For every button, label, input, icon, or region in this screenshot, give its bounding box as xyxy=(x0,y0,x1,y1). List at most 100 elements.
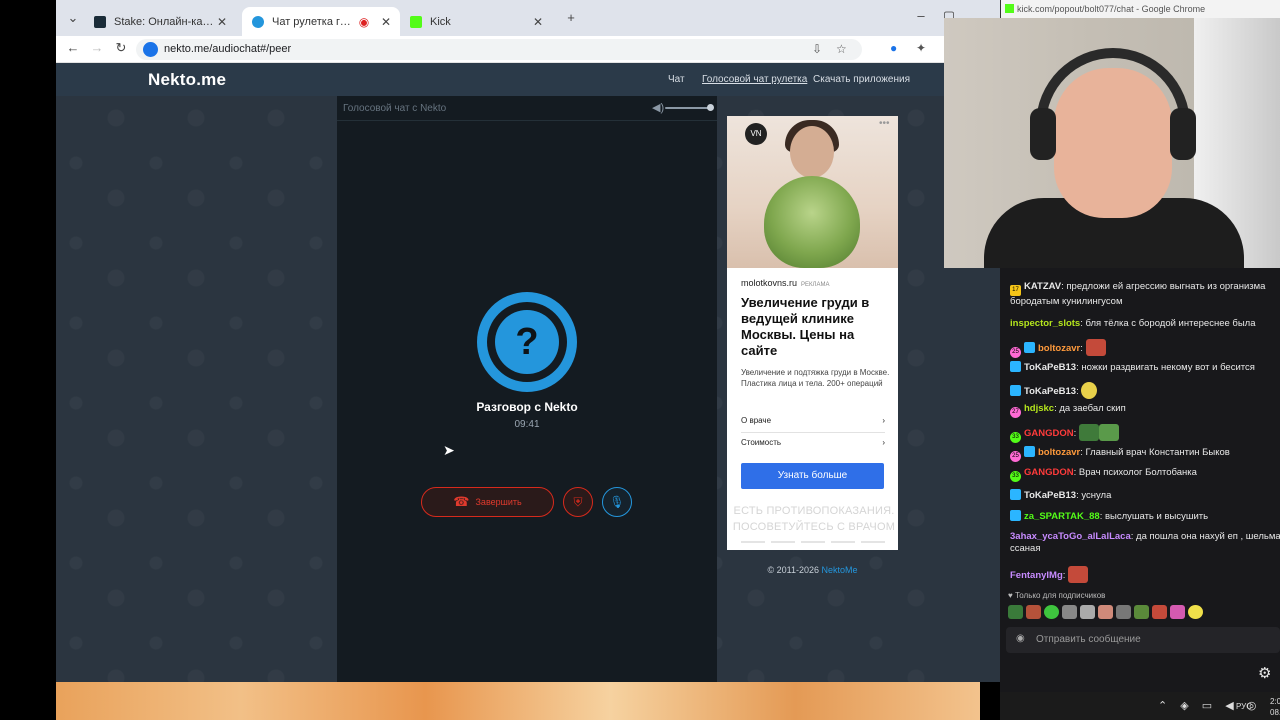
emote-icon xyxy=(1078,424,1099,441)
verified-badge-icon xyxy=(1010,510,1021,521)
footer-link[interactable]: NektoMe xyxy=(822,565,858,575)
gear-icon[interactable]: ⚙ xyxy=(1258,664,1271,682)
copyright: © 2011-2026 NektoMe xyxy=(727,565,898,575)
nav-chat-link[interactable]: Чат xyxy=(668,74,685,85)
emote-icon[interactable] xyxy=(1152,605,1167,619)
volume-slider-handle[interactable] xyxy=(707,104,714,111)
new-tab-icon[interactable]: + xyxy=(562,10,580,25)
subscriber-badge-icon: 25 xyxy=(1010,347,1021,358)
extensions-puzzle-icon[interactable]: ✦ xyxy=(916,41,926,55)
emote-icon xyxy=(1081,382,1098,399)
emote-icon[interactable] xyxy=(1116,605,1131,619)
emote-icon[interactable] xyxy=(1098,605,1113,619)
emote-icon xyxy=(1068,566,1089,583)
ad-headline[interactable]: Увеличение груди в ведущей клинике Москв… xyxy=(741,295,891,359)
chat-username[interactable]: GANGDON xyxy=(1024,467,1074,478)
nav-download-apps-link[interactable]: Скачать приложения xyxy=(813,74,910,85)
chat-message: inspector_slots: бля тёлка с бородой инт… xyxy=(1010,318,1256,329)
microphone-button[interactable]: 🎙 xyxy=(602,487,632,517)
minimize-icon[interactable]: – xyxy=(912,8,930,23)
kick-window-titlebar: kick.com/popout/bolt077/chat - Google Ch… xyxy=(1000,0,1280,18)
chat-username[interactable]: inspector_slots xyxy=(1010,318,1080,329)
mic-permission-icon[interactable] xyxy=(143,42,158,57)
emote-icon[interactable] xyxy=(1026,605,1041,619)
tab-nekto[interactable]: Чат рулетка голосовая — ◉ ✕ xyxy=(242,7,400,36)
chat-username[interactable]: hdjskc xyxy=(1024,403,1054,414)
extension-vpn-icon[interactable]: ● xyxy=(890,41,897,55)
keyboard-language[interactable]: РУС xyxy=(1236,702,1252,711)
ad-domain-text: molotkovns.ru xyxy=(741,278,798,288)
emote-icon[interactable] xyxy=(1188,605,1203,619)
ad-divider xyxy=(741,432,885,433)
tab-title: Kick xyxy=(430,15,451,28)
kick-window-title: kick.com/popout/bolt077/chat - Google Ch… xyxy=(1017,4,1206,14)
clock[interactable]: 2:0 08.0 xyxy=(1270,696,1280,718)
emote-icon[interactable] xyxy=(1008,605,1023,619)
close-icon[interactable]: ✕ xyxy=(530,15,546,29)
emote-icon[interactable] xyxy=(1134,605,1149,619)
ad-image-face xyxy=(790,126,834,178)
emote-icon xyxy=(1098,424,1119,441)
voice-chat-panel: Голосовой чат с Nekto ◀) ? Разговор с Ne… xyxy=(337,96,717,682)
more-options-icon[interactable]: ••• xyxy=(879,118,890,129)
forward-icon[interactable]: → xyxy=(88,40,106,55)
advertisement[interactable]: VN ••• molotkovns.ru РЕКЛАМА Увеличение г… xyxy=(727,116,898,550)
chat-panel-title: Голосовой чат с Nekto xyxy=(343,103,447,114)
chat-username[interactable]: za_SPARTAK_88 xyxy=(1024,511,1100,522)
chat-message: 25 boltozavr: xyxy=(1010,339,1280,358)
shield-icon: ⛨ xyxy=(573,494,583,509)
install-app-icon[interactable]: ⇩ xyxy=(812,42,822,56)
chat-username[interactable]: ToKaPeB13 xyxy=(1024,362,1076,373)
chat-username[interactable]: GANGDON xyxy=(1024,428,1074,439)
emote-icon xyxy=(1085,339,1106,356)
emote-icon[interactable] xyxy=(1062,605,1077,619)
address-bar[interactable]: nekto.me/audiochat#/peer ☆ ⇩ xyxy=(136,39,862,60)
tab-kick[interactable]: Kick ✕ xyxy=(400,7,552,36)
chat-username[interactable]: 3ahax_ycaToGo_alLalLaca xyxy=(1010,531,1131,542)
emote-icon[interactable] xyxy=(1044,605,1059,619)
close-icon[interactable]: ✕ xyxy=(214,15,230,29)
taskbar: ⌃ ◈ ▭ ◀ ◎ РУС 2:0 08.0 xyxy=(1000,692,1280,720)
chat-text: выслушать и высушить xyxy=(1104,511,1209,522)
ad-row-label: Стоимость xyxy=(741,438,782,447)
back-icon[interactable]: ← xyxy=(64,40,82,55)
ad-row-price[interactable]: Стоимость › xyxy=(741,438,885,447)
tab-strip: ⌄ Stake: Онлайн-казино и ставк ✕ Чат рул… xyxy=(56,0,1000,36)
chat-message: 27 hdjskc: да заебал скип xyxy=(1010,403,1280,418)
emote-icon[interactable] xyxy=(1170,605,1185,619)
chat-message: 25 boltozavr: Главный врач Константин Бык… xyxy=(1010,446,1280,462)
chat-username[interactable]: FentanyIMg xyxy=(1010,570,1063,581)
copyright-text: © 2011-2026 xyxy=(767,565,822,575)
end-call-label: Завершить xyxy=(475,497,522,507)
report-button[interactable]: ⛨ xyxy=(563,487,593,517)
emote-bar xyxy=(1008,605,1268,619)
tab-stake[interactable]: Stake: Онлайн-казино и ставк ✕ xyxy=(84,7,236,36)
chat-username[interactable]: ToKaPeB13 xyxy=(1024,386,1076,397)
ad-logo: VN xyxy=(745,123,767,145)
tab-search-icon[interactable]: ⌄ xyxy=(64,10,82,26)
subscribers-only-note: ♥ Только для подписчиков xyxy=(1008,591,1105,600)
chat-username[interactable]: boltozavr xyxy=(1038,447,1080,458)
chat-send-input[interactable]: ◉ Отправить сообщение xyxy=(1006,627,1280,653)
chat-username[interactable]: boltozavr xyxy=(1038,343,1080,354)
nekto-favicon-icon xyxy=(252,15,264,28)
volume-icon[interactable]: ◀) xyxy=(652,101,664,114)
end-call-button[interactable]: ☎ Завершить xyxy=(421,487,554,517)
ad-row-doctor[interactable]: О враче › xyxy=(741,416,885,425)
volume-slider[interactable] xyxy=(665,107,711,109)
ad-cta-button[interactable]: Узнать больше xyxy=(741,463,884,489)
emote-icon[interactable] xyxy=(1080,605,1095,619)
ad-tag: РЕКЛАМА xyxy=(801,282,830,288)
close-icon[interactable]: ✕ xyxy=(378,15,394,29)
ad-image[interactable]: VN ••• xyxy=(727,116,898,268)
bookmark-star-icon[interactable]: ☆ xyxy=(836,42,847,56)
chat-username[interactable]: ToKaPeB13 xyxy=(1024,490,1076,501)
ad-domain[interactable]: molotkovns.ru РЕКЛАМА xyxy=(741,278,829,288)
reload-icon[interactable]: ↻ xyxy=(112,40,130,56)
chat-message: 3ahax_ycaToGo_alLalLaca: да пошла она на… xyxy=(1010,531,1280,554)
chat-username[interactable]: KATZAV xyxy=(1024,281,1061,292)
site-header: Nekto.me Чат Голосовой чат рулетка Скача… xyxy=(56,63,944,96)
chat-send-placeholder: Отправить сообщение xyxy=(1036,634,1141,645)
nav-voice-chat-link[interactable]: Голосовой чат рулетка xyxy=(702,74,807,85)
site-logo[interactable]: Nekto.me xyxy=(148,70,226,90)
